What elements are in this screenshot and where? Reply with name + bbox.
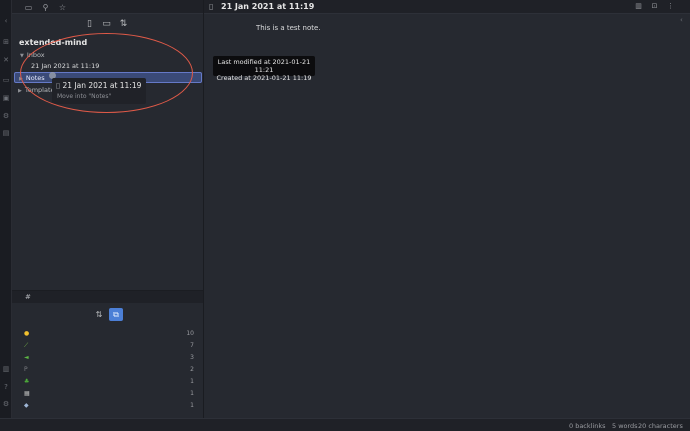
gem-emoji: ◆ (24, 402, 29, 409)
file-explorer-toolbar: ▯ ▭ ⇅ (12, 16, 203, 32)
sidebar-tab-bar: ▭ ⚲ ☆ (12, 0, 203, 14)
help-icon[interactable]: ? (2, 383, 10, 391)
tag-row[interactable]: ◆ 1 (24, 401, 194, 411)
view-header: ▯ 21 Jan 2021 at 11:19 ▥ ⊡ ⋮ (204, 0, 690, 14)
tooltip-modified: Last modified at 2021-01-21 11:21 (217, 58, 311, 74)
settings-icon[interactable]: ⚙ (2, 400, 10, 408)
tag-count: 7 (190, 342, 194, 349)
pin-icon[interactable]: ⊡ (650, 2, 659, 11)
tag-count: 1 (190, 402, 194, 409)
editor-pane: ▯ 21 Jan 2021 at 11:19 ▥ ⊡ ⋮ This is a t… (203, 0, 690, 418)
chevron-left-icon[interactable]: ‹ (680, 16, 683, 24)
tag-row[interactable]: ◄ 3 (24, 353, 194, 363)
tag-count: 1 (190, 378, 194, 385)
file-icon[interactable]: ▭ (2, 76, 10, 84)
tag-count: 3 (190, 354, 194, 361)
note-title[interactable]: 21 Jan 2021 at 11:19 (221, 2, 314, 11)
tooltip-created: Created at 2021-01-21 11:19 (216, 74, 312, 82)
tag-count: 2 (190, 366, 194, 373)
search-icon[interactable]: ⚲ (41, 3, 50, 12)
tag-row[interactable]: ● 10 (24, 329, 194, 339)
sort-icon[interactable]: ⇅ (94, 310, 104, 320)
building-emoji: ▦ (24, 390, 30, 397)
tag-row[interactable]: P2 (24, 365, 194, 375)
template-icon[interactable]: ▤ (2, 129, 10, 137)
graph-icon[interactable]: ⊞ (2, 38, 10, 46)
vault-icon[interactable]: ▥ (2, 365, 10, 373)
leaf-emoji: ◄ (24, 354, 29, 361)
chevron-left-icon[interactable]: ‹ (2, 17, 10, 25)
yellow-circle-emoji: ● (24, 330, 30, 337)
word-count: 5 words (612, 422, 638, 430)
new-folder-icon[interactable]: ▭ (101, 19, 112, 30)
chevron-right-icon: ▶ (18, 88, 22, 94)
sort-icon[interactable]: ⇅ (118, 19, 129, 30)
character-count: 20 characters (638, 422, 683, 430)
preview-toggle-icon[interactable]: ▥ (634, 2, 643, 11)
tag-tab-bar: # (12, 291, 203, 303)
calendar-icon[interactable]: ▣ (2, 94, 10, 102)
p-emoji: P (24, 366, 28, 373)
hierarchy-view-button[interactable]: ⧉ (109, 308, 123, 321)
file-icon: ▯ (209, 2, 214, 11)
status-bar: 0 backlinks 5 words 20 characters (0, 418, 690, 431)
folder-icon[interactable]: ▭ (24, 3, 33, 12)
tree-emoji: ♣ (24, 378, 30, 385)
plugin-icon[interactable]: ⚙ (2, 112, 10, 120)
star-icon[interactable]: ☆ (58, 3, 67, 12)
seedling-emoji: ⟋ (24, 342, 29, 349)
more-options-icon[interactable]: ⋮ (666, 2, 675, 11)
tag-row[interactable]: ⟋ 7 (24, 341, 194, 351)
tag-tab[interactable]: # (25, 293, 31, 301)
file-info-tooltip: Last modified at 2021-01-21 11:21 Create… (213, 56, 315, 82)
tag-pane: # ⇅ ⧉ ● 10 ⟋ 7 ◄ 3 P 2 ♣ 1 ▦ 1 ◆ 1 (12, 290, 203, 418)
tag-row[interactable]: ▦ 1 (24, 389, 194, 399)
note-body[interactable]: This is a test note. (256, 24, 321, 32)
chevron-down-icon: ▼ (20, 53, 24, 59)
left-ribbon: ‹ ⊞ ✕ ▭ ▣ ⚙ ▤ ▥ ? ⚙ (0, 0, 12, 431)
tag-row[interactable]: ♣ 1 (24, 377, 194, 387)
tag-count: 10 (186, 330, 194, 337)
backlinks-count[interactable]: 0 backlinks (569, 422, 606, 430)
tag-count: 1 (190, 390, 194, 397)
shuffle-icon[interactable]: ✕ (2, 56, 10, 64)
new-note-icon[interactable]: ▯ (84, 19, 95, 30)
annotation-circle (20, 33, 193, 113)
